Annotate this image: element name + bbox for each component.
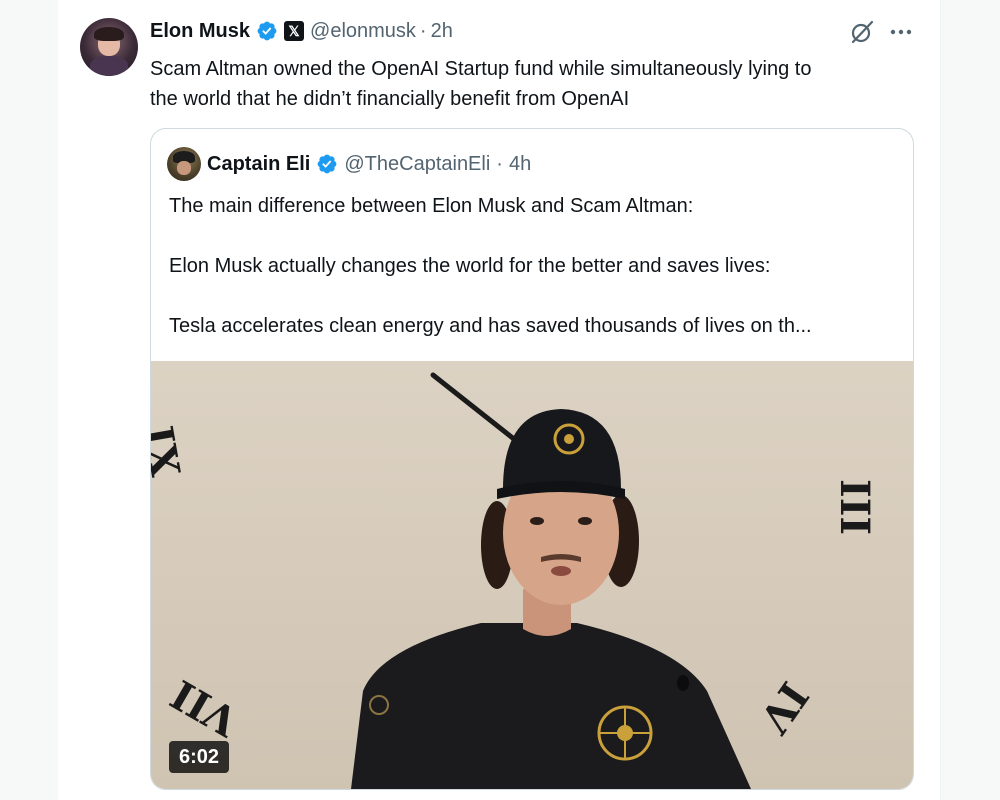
verified-badge-icon — [316, 153, 338, 175]
timestamp[interactable]: 2h — [431, 20, 453, 43]
separator: · — [496, 152, 503, 175]
quote-paragraph: Tesla accelerates clean energy and has s… — [169, 315, 812, 337]
avatar[interactable] — [80, 18, 138, 76]
grok-icon[interactable] — [848, 18, 876, 46]
author-handle[interactable]: @elonmusk — [310, 20, 416, 43]
video-duration-badge: 6:02 — [169, 741, 230, 773]
video-player[interactable]: XI III VII IV 6:02 — [151, 361, 913, 789]
clock-numeral: XI — [151, 422, 191, 479]
tweet-text: Scam Altman owned the OpenAI Startup fun… — [150, 58, 812, 110]
tweet[interactable]: Elon Musk 𝕏 @elonmusk · 2h Scam Altman o… — [58, 0, 940, 800]
quote-author-name[interactable]: Captain Eli — [207, 153, 310, 176]
separator: · — [419, 19, 427, 42]
video-thumbnail: XI III VII IV — [151, 372, 878, 789]
left-gutter — [0, 0, 59, 800]
clock-numeral: III — [831, 479, 878, 535]
quote-paragraph: Elon Musk actually changes the world for… — [169, 255, 771, 277]
quoted-tweet[interactable]: Captain Eli @TheCaptainEli · 4h The main… — [150, 128, 914, 790]
quote-paragraph: The main difference between Elon Musk an… — [169, 195, 694, 217]
clock-numeral: VII — [163, 670, 247, 745]
author-name[interactable]: Elon Musk — [150, 20, 250, 43]
verified-badge-icon — [256, 20, 278, 42]
quote-text: The main difference between Elon Musk an… — [169, 191, 899, 371]
tweet-header: Elon Musk 𝕏 @elonmusk · 2h — [150, 18, 453, 44]
x-logo-icon[interactable]: 𝕏 — [284, 21, 305, 41]
more-icon[interactable] — [886, 18, 916, 46]
clock-numeral: IV — [750, 673, 818, 741]
quote-avatar[interactable] — [167, 147, 201, 181]
quote-header: Captain Eli @TheCaptainEli · 4h — [167, 147, 531, 181]
right-gutter — [940, 0, 1000, 800]
quote-timestamp[interactable]: 4h — [509, 153, 531, 176]
quote-author-handle[interactable]: @TheCaptainEli — [344, 153, 490, 176]
